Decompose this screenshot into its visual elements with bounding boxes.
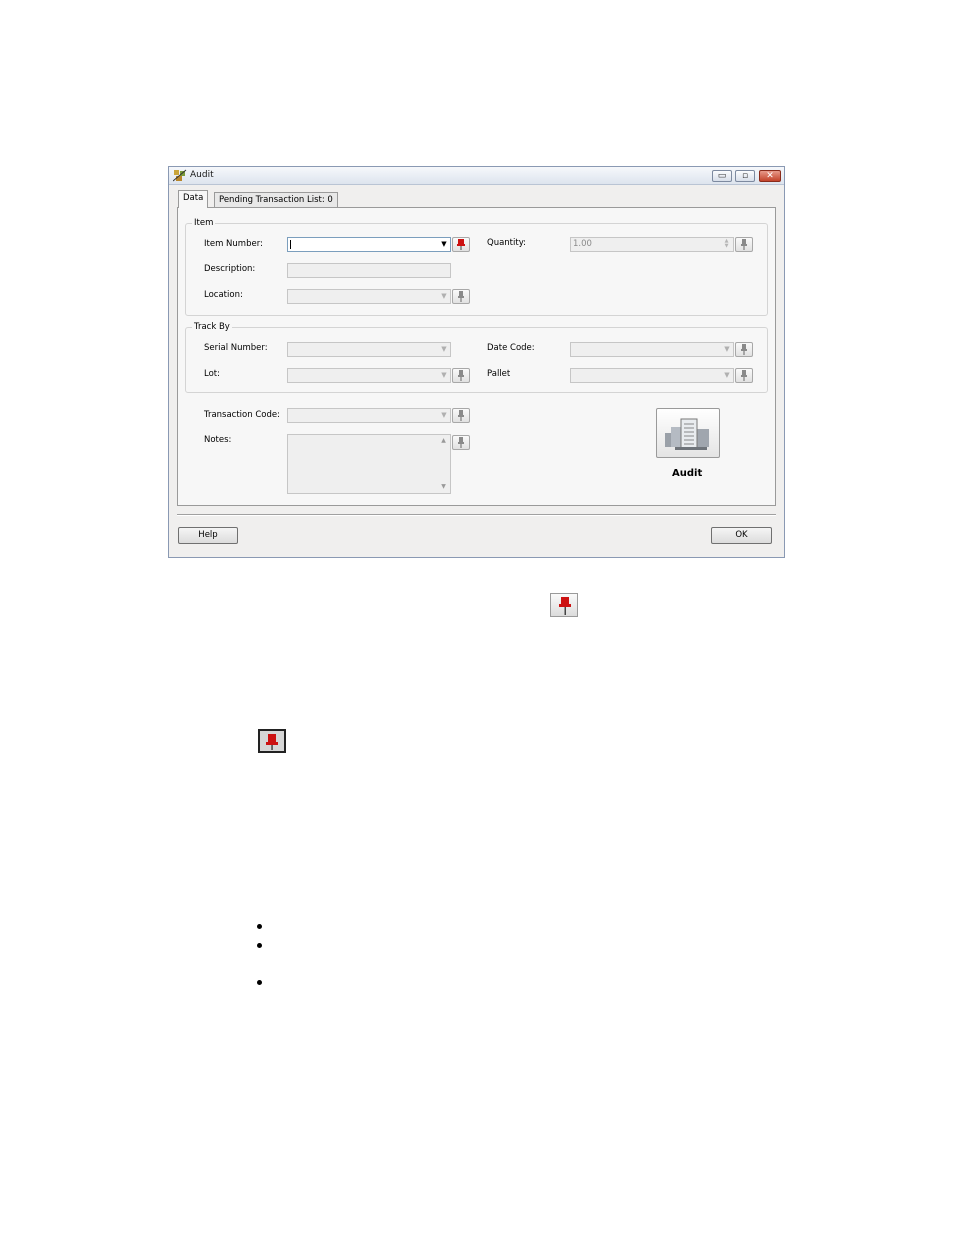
scroll-down-icon[interactable]: ▼: [437, 481, 450, 493]
chevron-down-icon[interactable]: ▼: [439, 290, 449, 303]
audit-documents-icon: [665, 418, 709, 450]
window-title: Audit: [190, 170, 214, 180]
title-bar[interactable]: Audit ▭ ▫ ✕: [169, 167, 784, 185]
pushpin-icon: [458, 437, 464, 448]
item-number-combobox[interactable]: ▼: [287, 237, 451, 252]
date-code-pin-button[interactable]: [735, 342, 753, 357]
quantity-value: 1.00: [573, 239, 592, 249]
tab-data[interactable]: Data: [178, 190, 209, 208]
bullet: [257, 924, 262, 929]
help-label: Help: [198, 530, 218, 540]
tab-data-label: Data: [183, 193, 204, 203]
serial-number-combobox[interactable]: ▼: [287, 342, 451, 357]
item-group-title: Item: [192, 218, 216, 228]
track-by-group: Track By: [185, 322, 768, 393]
bullet: [257, 980, 262, 985]
description-field: [287, 263, 451, 278]
minimize-icon: ▭: [717, 171, 727, 181]
chevron-down-icon[interactable]: ▼: [439, 369, 449, 382]
pushpin-icon: [741, 239, 747, 250]
pushpin-icon: [741, 370, 747, 381]
pushpin-icon: [458, 291, 464, 302]
pushpin-icon: [458, 370, 464, 381]
pallet-label: Pallet: [487, 369, 511, 379]
app-icon: [173, 169, 187, 182]
close-icon: ✕: [766, 171, 774, 181]
date-code-label: Date Code:: [487, 343, 535, 353]
pushpin-icon: [458, 410, 464, 421]
pushpin-icon: [457, 239, 465, 250]
maximize-icon: ▫: [741, 171, 749, 181]
chevron-down-icon[interactable]: ▼: [439, 409, 449, 422]
item-number-label: Item Number:: [204, 239, 263, 249]
data-tab-panel: Item Item Number: ▼ Quantity: 1.00 ▲ ▼ De…: [177, 207, 776, 506]
spinner-arrows-icon[interactable]: ▲ ▼: [721, 239, 732, 250]
ok-label: OK: [735, 530, 748, 540]
location-combobox[interactable]: ▼: [287, 289, 451, 304]
item-number-pin-button[interactable]: [452, 237, 470, 252]
notes-textarea[interactable]: ▲ ▼: [287, 434, 451, 494]
pallet-combobox[interactable]: ▼: [570, 368, 734, 383]
track-by-group-title: Track By: [192, 322, 232, 332]
location-label: Location:: [204, 290, 243, 300]
chevron-down-icon[interactable]: ▼: [722, 343, 732, 356]
close-button[interactable]: ✕: [759, 170, 781, 182]
description-label: Description:: [204, 264, 256, 274]
scroll-up-icon[interactable]: ▲: [437, 435, 450, 447]
text-caret: [290, 240, 291, 249]
chevron-down-icon[interactable]: ▼: [722, 369, 732, 382]
audit-window: Audit ▭ ▫ ✕ Data Pending Transaction Lis…: [168, 166, 785, 558]
serial-number-label: Serial Number:: [204, 343, 268, 353]
date-code-combobox[interactable]: ▼: [570, 342, 734, 357]
pushpin-icon: [741, 344, 747, 355]
help-button[interactable]: Help: [178, 527, 238, 544]
quantity-stepper[interactable]: 1.00 ▲ ▼: [570, 237, 734, 252]
pushpin-icon: [258, 729, 286, 753]
quantity-pin-button[interactable]: [735, 237, 753, 252]
transaction-code-label: Transaction Code:: [204, 410, 280, 420]
ok-button[interactable]: OK: [711, 527, 772, 544]
pallet-pin-button[interactable]: [735, 368, 753, 383]
maximize-button[interactable]: ▫: [735, 170, 755, 182]
transaction-code-pin-button[interactable]: [452, 408, 470, 423]
notes-pin-button[interactable]: [452, 435, 470, 450]
tab-pending-label: Pending Transaction List: 0: [219, 195, 333, 205]
chevron-down-icon[interactable]: ▼: [439, 238, 449, 251]
notes-label: Notes:: [204, 435, 232, 445]
lot-pin-button[interactable]: [452, 368, 470, 383]
chevron-down-icon[interactable]: ▼: [439, 343, 449, 356]
lot-combobox[interactable]: ▼: [287, 368, 451, 383]
quantity-label: Quantity:: [487, 238, 526, 248]
location-pin-button[interactable]: [452, 289, 470, 304]
tab-pending-transaction-list[interactable]: Pending Transaction List: 0: [214, 192, 338, 208]
notes-scrollbar[interactable]: ▲ ▼: [437, 435, 450, 493]
transaction-code-combobox[interactable]: ▼: [287, 408, 451, 423]
pushpin-icon: [550, 593, 578, 617]
minimize-button[interactable]: ▭: [712, 170, 732, 182]
audit-button[interactable]: [656, 408, 720, 458]
footer-divider: [177, 514, 776, 516]
bullet: [257, 943, 262, 948]
lot-label: Lot:: [204, 369, 220, 379]
audit-label: Audit: [672, 468, 703, 479]
